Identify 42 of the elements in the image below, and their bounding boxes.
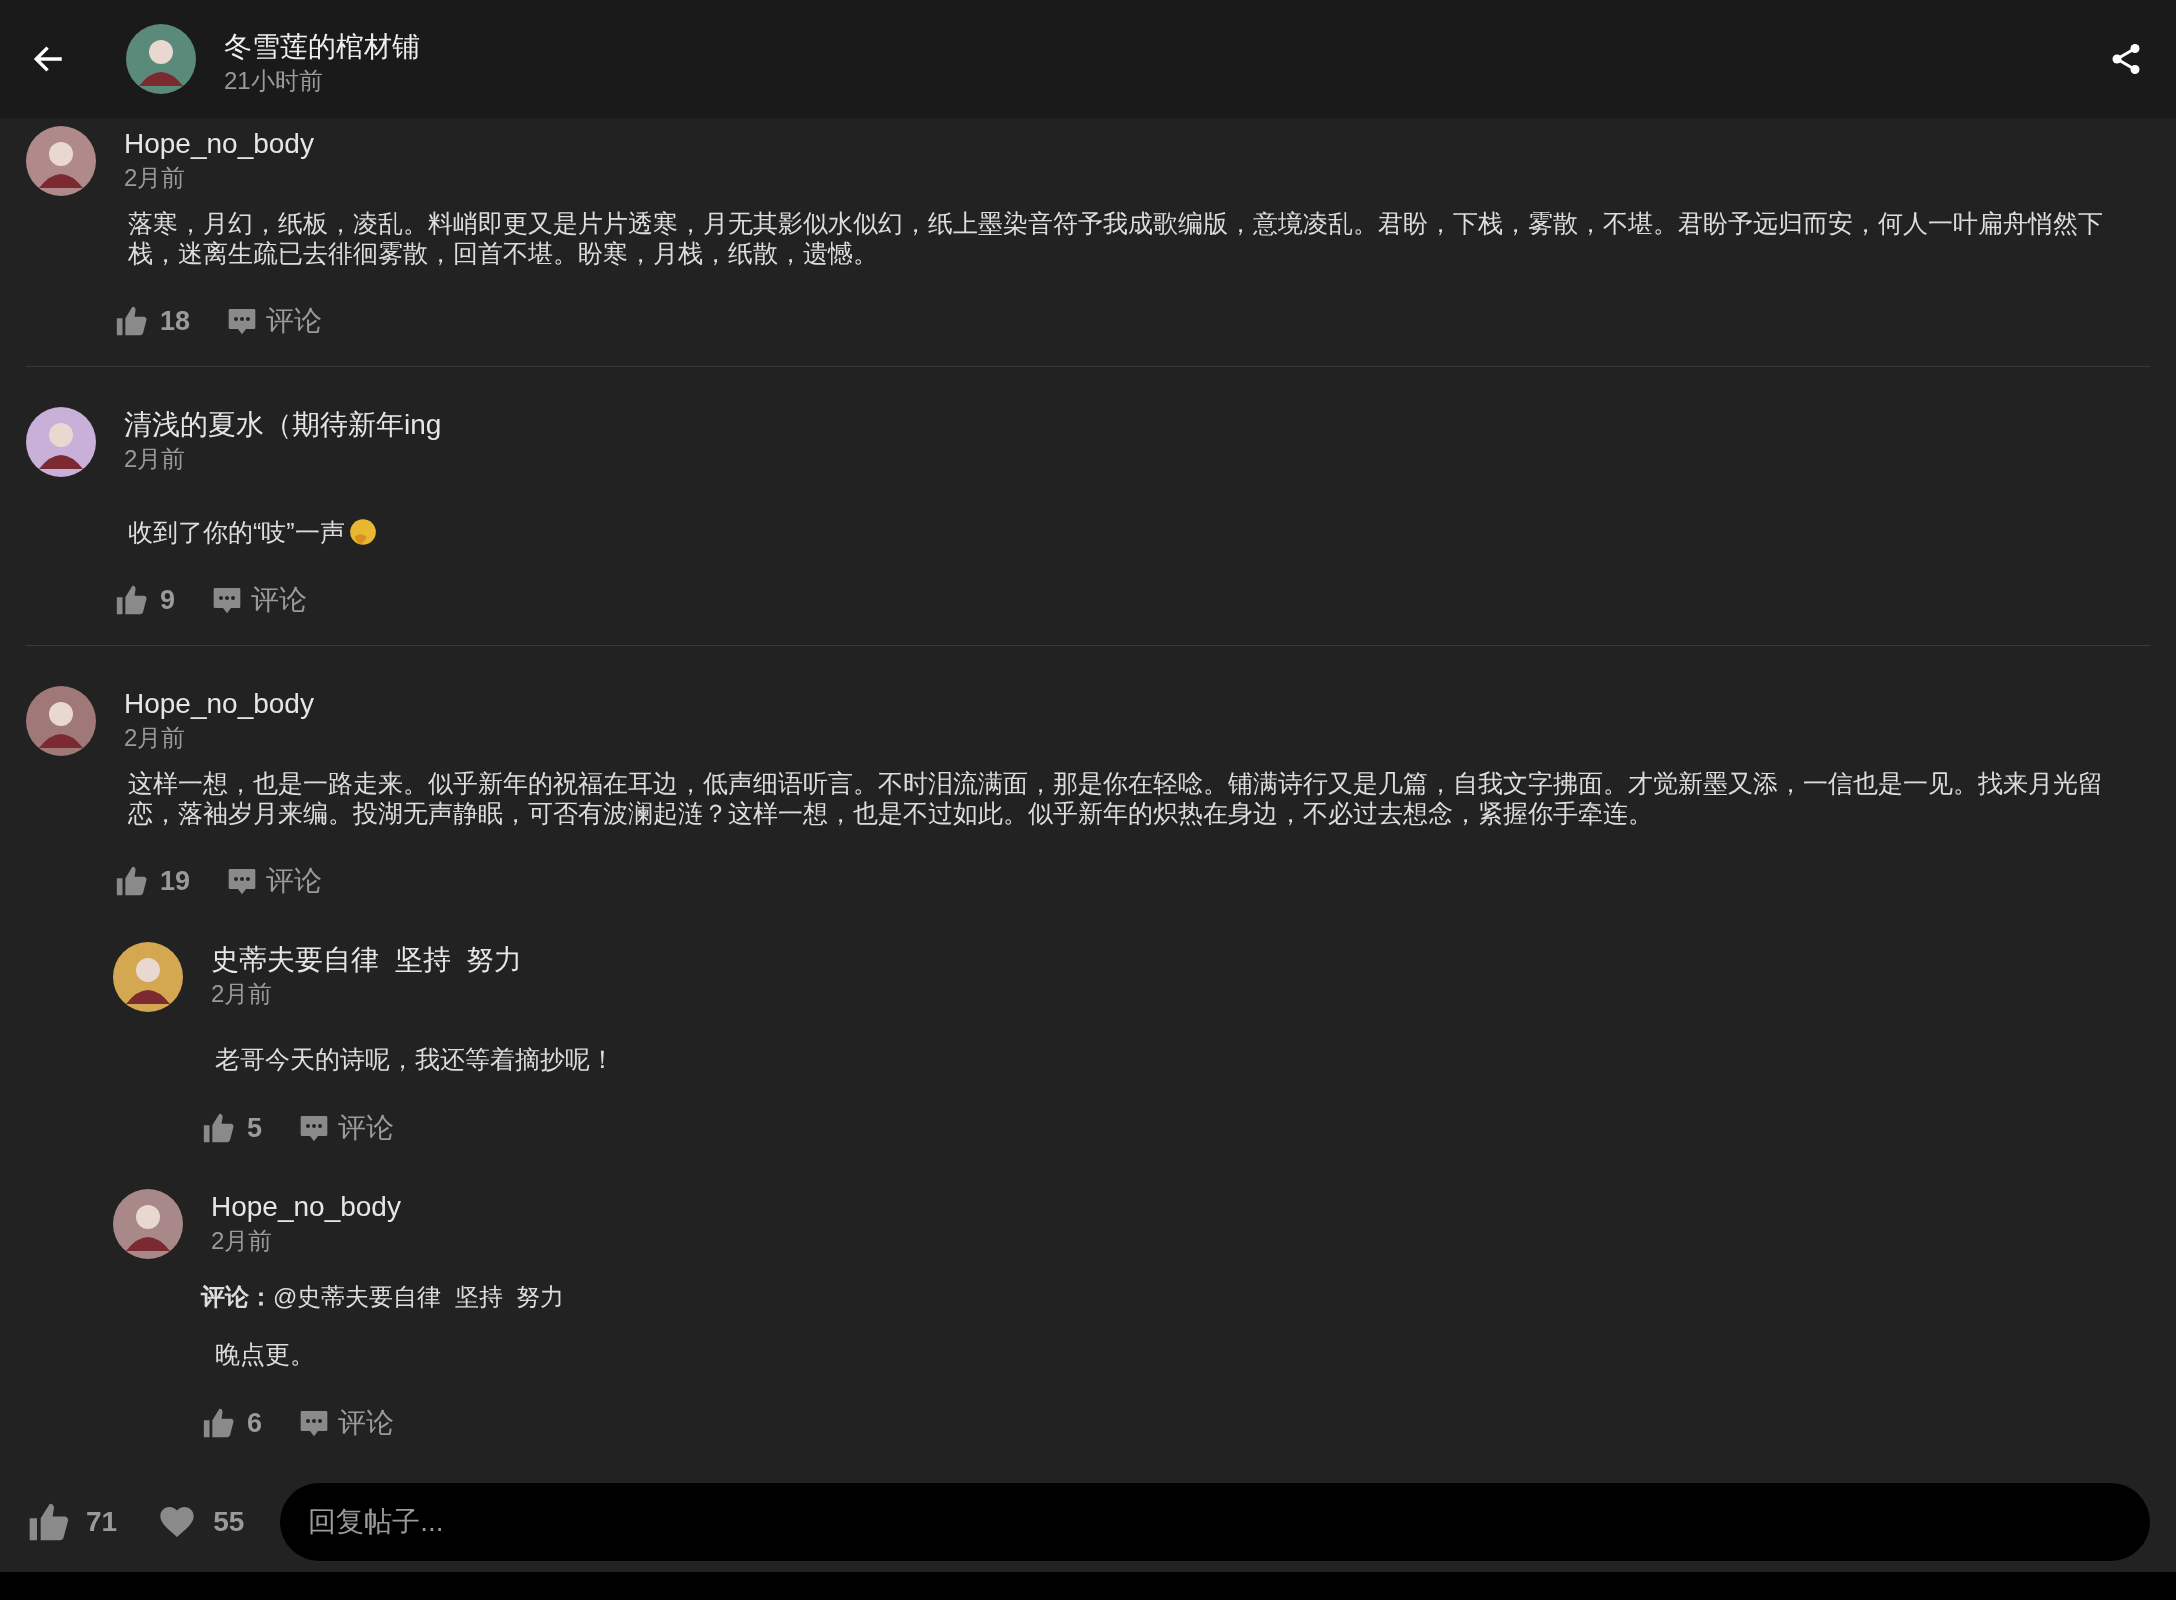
avatar[interactable] xyxy=(26,686,96,756)
comment-button[interactable]: 评论 xyxy=(226,300,323,342)
comment-text: 收到了你的“吱”一声 xyxy=(128,517,345,547)
thumbs-up-icon[interactable] xyxy=(114,583,148,617)
reply-target: 评论：@史蒂夫要自律 坚持 努力 xyxy=(199,1282,566,1312)
post-title: 冬雪莲的棺材铺 xyxy=(224,30,420,64)
comment-text: 落寒，月幻，纸板，凌乱。料峭即更又是片片透寒，月无其影似水似幻，纸上墨染音符予我成歌编版，意境凌乱。君盼，下栈，雾散，不堪。君盼予远归而安，何人一叶扁舟悄然下栈，迷离生疏已去徘徊雾散，回首不堪。盼寒，月栈，纸散，遗憾。 xyxy=(128,208,2104,268)
like-count: 5 xyxy=(247,1111,263,1145)
thumbs-up-icon[interactable] xyxy=(114,864,148,898)
author-name[interactable]: 史蒂夫要自律 坚持 努力 xyxy=(211,942,523,978)
like-count: 19 xyxy=(160,864,191,898)
author-name[interactable]: Hope_no_body xyxy=(211,1189,401,1225)
comment-button[interactable]: 评论 xyxy=(298,1107,395,1149)
avatar[interactable] xyxy=(26,407,96,477)
post-time: 2月前 xyxy=(211,979,274,1009)
thumbs-up-icon[interactable] xyxy=(201,1406,235,1440)
post-time: 2月前 xyxy=(124,444,187,474)
like-count: 71 xyxy=(86,1505,118,1539)
author-name[interactable]: Hope_no_body xyxy=(124,686,314,722)
avatar[interactable] xyxy=(26,126,96,196)
thumbs-up-icon[interactable] xyxy=(114,304,148,338)
comment-text: 这样一想，也是一路走来。似乎新年的祝福在耳边，低声细语听言。不时泪流满面，那是你在轻唸。铺满诗行又是几篇，自我文字拂面。才觉新墨又添，一信也是一见。找来月光留恋，落袖岁月来编。投湖无声静眠，可否有波澜起涟？这样一想，也是不过如此。似乎新年的炽热在身边，不必过去想念，紧握你手牵连。 xyxy=(128,768,2104,828)
post-time: 21小时前 xyxy=(224,66,324,96)
comment-text: 晚点更。 xyxy=(215,1340,315,1368)
like-count: 6 xyxy=(247,1406,263,1440)
like-count: 18 xyxy=(160,304,191,338)
avatar[interactable] xyxy=(113,942,183,1012)
author-name[interactable]: Hope_no_body xyxy=(124,126,314,162)
favorite-count: 55 xyxy=(213,1505,245,1539)
comment-text: 老哥今天的诗呢，我还等着摘抄呢！ xyxy=(215,1045,615,1073)
avatar[interactable] xyxy=(113,1189,183,1259)
post-time: 2月前 xyxy=(124,723,187,753)
comment-button[interactable]: 评论 xyxy=(211,579,308,621)
author-name[interactable]: 清浅的夏水（期待新年ing xyxy=(124,407,442,443)
comment-button[interactable]: 评论 xyxy=(226,860,323,902)
post-time: 2月前 xyxy=(124,163,187,193)
like-count: 9 xyxy=(160,583,176,617)
thumbs-up-icon[interactable] xyxy=(201,1111,235,1145)
reply-input[interactable]: 回复帖子... xyxy=(280,1483,2150,1561)
post-time: 2月前 xyxy=(211,1226,274,1256)
avatar[interactable] xyxy=(126,24,196,94)
comment-button[interactable]: 评论 xyxy=(298,1402,395,1444)
